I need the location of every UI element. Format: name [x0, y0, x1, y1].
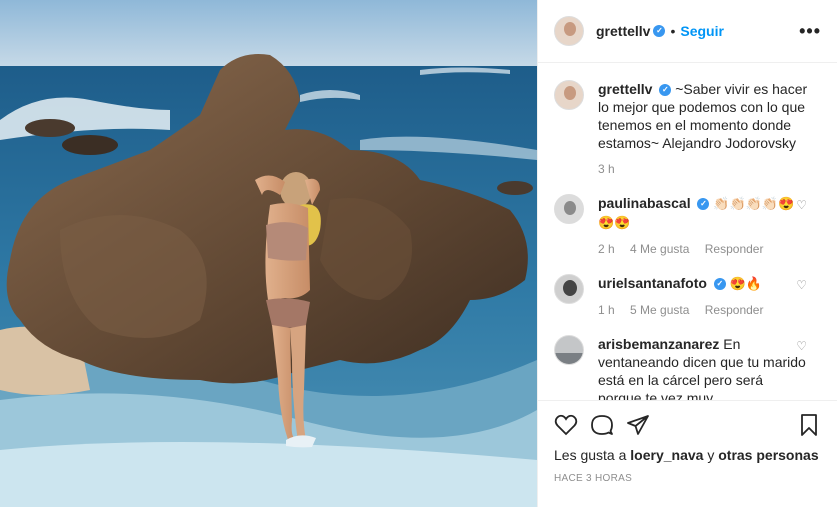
- caption-meta: 3 h: [598, 160, 808, 178]
- likes-others-link[interactable]: otras personas: [718, 447, 818, 463]
- liker-username[interactable]: loery_nava: [630, 447, 703, 463]
- caption-username[interactable]: grettellv: [598, 81, 652, 97]
- reply-button[interactable]: Responder: [705, 242, 764, 256]
- verified-badge-icon: ✓: [653, 25, 666, 37]
- photo-image: [0, 0, 537, 507]
- comment-likes[interactable]: 5 Me gusta: [630, 303, 689, 317]
- like-heart-icon[interactable]: [554, 413, 578, 437]
- post-photo[interactable]: [0, 0, 537, 507]
- action-icons: [554, 411, 821, 439]
- likes-middle: y: [707, 447, 715, 463]
- post-header: grettellv ✓ • Seguir •••: [538, 0, 837, 63]
- comment-item: arisbemanzanarez En ventaneando dicen qu…: [554, 335, 821, 400]
- comment-username[interactable]: arisbemanzanarez: [598, 336, 719, 352]
- caption: grettellv ✓ ~Saber vivir es hacer lo mej…: [554, 80, 821, 178]
- share-direct-icon[interactable]: [626, 413, 650, 437]
- comment-username[interactable]: paulinabascal: [598, 195, 691, 211]
- commenter-avatar[interactable]: [554, 194, 584, 224]
- save-bookmark-icon[interactable]: [797, 413, 821, 437]
- author-username[interactable]: grettellv: [596, 23, 650, 39]
- like-comment-heart-icon[interactable]: ♡: [796, 278, 807, 292]
- comment-item: paulinabascal ✓ 👏🏻👏🏻👏🏻👏🏻😍 😍😍 2 h 4 Me gu…: [554, 194, 821, 258]
- more-options-icon[interactable]: •••: [799, 21, 821, 42]
- caption-avatar[interactable]: [554, 80, 584, 110]
- verified-badge-icon: ✓: [713, 278, 726, 291]
- comment-username[interactable]: urielsantanafoto: [598, 275, 707, 291]
- comment-time[interactable]: 2 h: [598, 242, 615, 256]
- reply-button[interactable]: Responder: [705, 303, 764, 317]
- like-comment-heart-icon[interactable]: ♡: [796, 339, 807, 353]
- post-timestamp[interactable]: HACE 3 HORAS: [554, 473, 821, 484]
- caption-time[interactable]: 3 h: [598, 162, 615, 176]
- verified-badge-icon: ✓: [659, 84, 672, 97]
- comments-list[interactable]: grettellv ✓ ~Saber vivir es hacer lo mej…: [538, 64, 837, 400]
- separator-dot: •: [670, 23, 676, 39]
- post-actions: Les gusta a loery_nava y otras personas …: [538, 400, 837, 484]
- follow-button[interactable]: Seguir: [680, 23, 724, 39]
- author-avatar[interactable]: [554, 16, 584, 46]
- comment-item: urielsantanafoto ✓ 😍🔥 1 h 5 Me gusta Res…: [554, 274, 821, 319]
- comment-time[interactable]: 1 h: [598, 303, 615, 317]
- comment-meta: 1 h 5 Me gusta Responder: [598, 301, 808, 319]
- commenter-avatar[interactable]: [554, 335, 584, 365]
- comment-likes[interactable]: 4 Me gusta: [630, 242, 689, 256]
- verified-badge-icon: ✓: [697, 198, 710, 211]
- comment-text: 😍🔥: [729, 276, 763, 291]
- like-comment-heart-icon[interactable]: ♡: [796, 198, 807, 212]
- comment-meta: 2 h 4 Me gusta Responder: [598, 240, 808, 258]
- likes-summary: Les gusta a loery_nava y otras personas: [554, 447, 821, 463]
- comment-bubble-icon[interactable]: [590, 413, 614, 437]
- post-panel: grettellv ✓ • Seguir ••• grettellv ✓ ~Sa…: [537, 0, 837, 507]
- commenter-avatar[interactable]: [554, 274, 584, 304]
- likes-prefix: Les gusta a: [554, 447, 627, 463]
